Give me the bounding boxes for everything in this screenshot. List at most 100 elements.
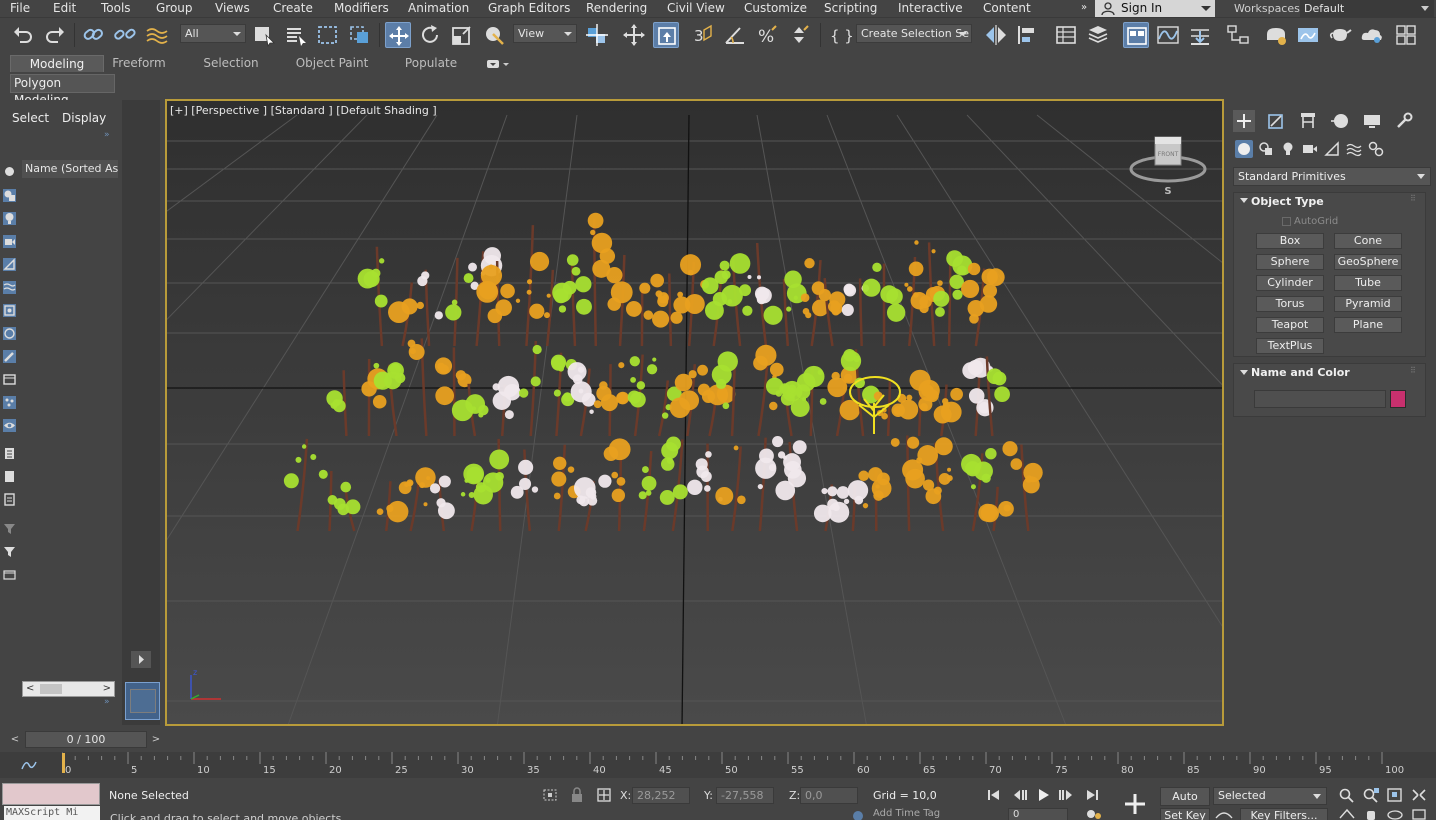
drag-handle-icon[interactable]: ⠿ [1410, 366, 1416, 375]
menu-customize[interactable]: Customize [744, 0, 807, 17]
scroll-right-icon[interactable]: > [103, 683, 111, 694]
ribbon-tab-populate[interactable]: Populate [398, 55, 464, 72]
textplus-button[interactable]: TextPlus [1256, 338, 1324, 354]
key-filters-button[interactable]: Key Filters... [1240, 808, 1328, 820]
pyramid-button[interactable]: Pyramid [1334, 296, 1402, 312]
align-button[interactable] [1015, 22, 1041, 48]
expand-icon[interactable]: » [104, 130, 110, 140]
select-and-rotate-button[interactable] [417, 22, 443, 48]
play-button[interactable] [1034, 787, 1052, 803]
visibility-filter-icon[interactable] [2, 418, 17, 433]
expand-icon[interactable]: » [104, 697, 110, 707]
time-slider[interactable]: 0 / 100 [25, 731, 147, 748]
group-filter-icon[interactable] [2, 303, 17, 318]
current-frame-field[interactable]: 0 [1008, 808, 1068, 820]
list-icon[interactable] [2, 446, 17, 461]
rectangular-selection-button[interactable] [315, 22, 341, 48]
schematic-view-button[interactable] [1225, 22, 1251, 48]
unlink-button[interactable] [112, 22, 138, 48]
modify-tab[interactable] [1265, 110, 1287, 132]
link-button[interactable] [80, 22, 106, 48]
isolate-selection-button[interactable] [541, 787, 559, 803]
zoom-extents-button[interactable] [1386, 787, 1404, 803]
collapse-icon[interactable] [1240, 198, 1248, 203]
render-in-cloud-button[interactable] [1359, 22, 1385, 48]
dope-sheet-button[interactable] [1187, 22, 1213, 48]
filter-options-icon[interactable] [2, 521, 17, 536]
menu-rendering[interactable]: Rendering [586, 0, 647, 17]
ribbon-tab-selection[interactable]: Selection [196, 55, 266, 72]
edit-named-selection-button[interactable]: { } [826, 22, 852, 48]
toggle-scene-explorer-button[interactable] [1053, 22, 1079, 48]
sign-in-button[interactable]: Sign In [1095, 0, 1215, 17]
menu-interactive[interactable]: Interactive [898, 0, 963, 17]
percent-snap-button[interactable]: % [754, 22, 780, 48]
geosphere-button[interactable]: GeoSphere [1334, 254, 1402, 270]
layer-explorer-button[interactable] [1085, 22, 1111, 48]
undo-button[interactable] [10, 22, 36, 48]
menu-group[interactable]: Group [156, 0, 193, 17]
viewport-label-menu[interactable]: [+] [Perspective ] [Standard ] [Default … [170, 104, 437, 117]
teapot-button[interactable]: Teapot [1256, 317, 1324, 333]
shapes-category-button[interactable] [1257, 140, 1275, 158]
utilities-tab[interactable] [1393, 110, 1415, 132]
redo-button[interactable] [42, 22, 68, 48]
object-color-swatch[interactable] [1390, 390, 1406, 408]
select-and-scale-button[interactable] [449, 22, 475, 48]
render-setup-button[interactable] [1263, 22, 1289, 48]
viewport-layout-thumbnail[interactable] [125, 682, 160, 720]
systems-category-button[interactable] [1367, 140, 1385, 158]
geometry-filter-icon[interactable] [2, 188, 17, 203]
key-mode-dropdown[interactable]: Selected [1213, 787, 1327, 805]
pan-view-button[interactable] [1362, 808, 1380, 820]
go-to-start-button[interactable] [985, 787, 1003, 803]
zoom-extents-all-button[interactable] [1410, 787, 1428, 803]
cylinder-button[interactable]: Cylinder [1256, 275, 1324, 291]
box-button[interactable]: Box [1256, 233, 1324, 249]
z-coordinate-field[interactable]: 0,0 [800, 787, 858, 804]
maxscript-mini-listener[interactable]: MAXScript Mi [4, 806, 100, 820]
tube-button[interactable]: Tube [1334, 275, 1402, 291]
a360-gallery-button[interactable] [1393, 22, 1419, 48]
display-none-icon[interactable] [2, 164, 17, 179]
add-time-tag[interactable]: Add Time Tag [873, 808, 940, 819]
select-by-name-button[interactable] [283, 22, 309, 48]
y-coordinate-field[interactable]: -27,558 [716, 787, 774, 804]
menu-animation[interactable]: Animation [408, 0, 469, 17]
display-tab[interactable] [1361, 110, 1383, 132]
object-name-field[interactable] [1254, 390, 1386, 408]
angle-snap-button[interactable] [722, 22, 748, 48]
reference-coordinate-dropdown[interactable]: View [513, 24, 577, 43]
menu-scripting[interactable]: Scripting [824, 0, 877, 17]
menu-modifiers[interactable]: Modifiers [334, 0, 389, 17]
ribbon-tab-freeform[interactable]: Freeform [106, 55, 172, 72]
motion-tab[interactable] [1329, 110, 1351, 132]
auto-key-button[interactable]: Auto Key [1160, 787, 1210, 820]
ribbon-tab-object-paint[interactable]: Object Paint [290, 55, 374, 72]
drag-handle-icon[interactable]: ⠿ [1410, 194, 1416, 203]
time-tag-icon-button[interactable] [850, 809, 866, 820]
menu-overflow[interactable]: » [1081, 0, 1087, 17]
mirror-button[interactable] [983, 22, 1009, 48]
zoom-button[interactable] [1338, 787, 1356, 803]
primitive-category-dropdown[interactable]: Standard Primitives [1233, 167, 1431, 186]
plane-button[interactable]: Plane [1334, 317, 1402, 333]
name-column-header[interactable]: Name (Sorted Asce [22, 160, 118, 178]
rendered-frame-window-button[interactable] [1295, 22, 1321, 48]
menu-civil-view[interactable]: Civil View [667, 0, 725, 17]
curve-editor-button[interactable] [1155, 22, 1181, 48]
default-in-out-tangents-button[interactable] [1214, 808, 1234, 820]
cone-button[interactable]: Cone [1334, 233, 1402, 249]
scroll-left-icon[interactable]: < [26, 683, 34, 694]
next-frame-button[interactable] [1057, 787, 1075, 803]
particle-filter-icon[interactable] [2, 395, 17, 410]
menu-create[interactable]: Create [273, 0, 313, 17]
space-warps-category-button[interactable] [1345, 140, 1363, 158]
torus-button[interactable]: Torus [1256, 296, 1324, 312]
manipulate-button[interactable] [621, 22, 647, 48]
selection-filter-dropdown[interactable]: All [180, 24, 246, 43]
autogrid-checkbox[interactable]: AutoGrid [1282, 216, 1338, 227]
render-production-button[interactable] [1327, 22, 1353, 48]
perspective-viewport[interactable]: FRONT S z [165, 99, 1224, 726]
previous-frame-button[interactable] [1011, 787, 1029, 803]
